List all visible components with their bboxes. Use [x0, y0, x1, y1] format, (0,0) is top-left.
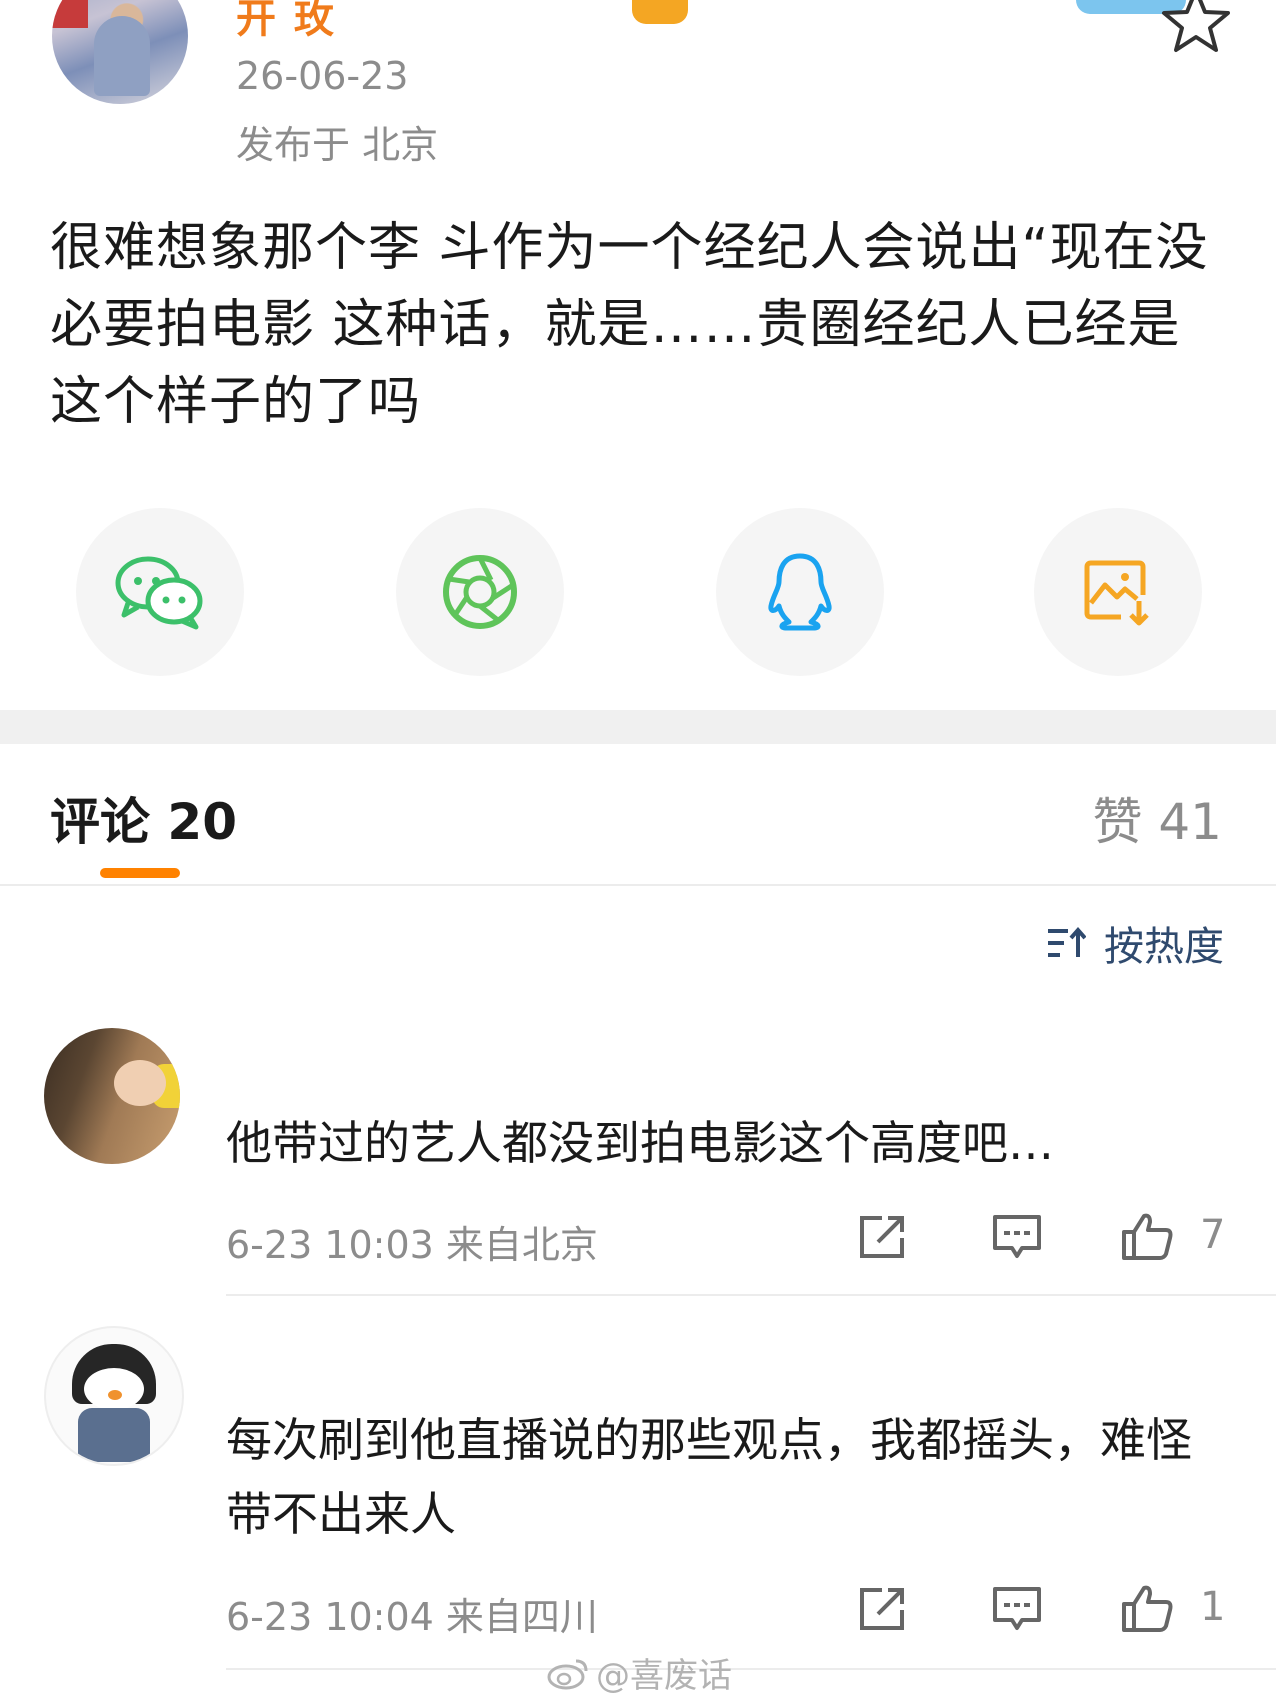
- sort-icon: [1048, 926, 1086, 957]
- comment-meta: 6-23 10:04 来自四川: [226, 1595, 598, 1639]
- comment-meta: 6-23 10:03 来自北京: [226, 1223, 598, 1267]
- reply-icon[interactable]: [990, 1584, 1044, 1634]
- favorite-star-icon[interactable]: [1160, 0, 1232, 54]
- user-badge-icon: [632, 0, 688, 24]
- section-divider: [0, 710, 1276, 744]
- comment-avatar[interactable]: [44, 1028, 180, 1164]
- tab-likes[interactable]: 赞 41: [1092, 782, 1222, 854]
- share-wechat-button[interactable]: [76, 508, 244, 676]
- sort-by-hot-button[interactable]: 按热度: [1046, 914, 1224, 972]
- like-count: 7: [1200, 1212, 1226, 1258]
- like-thumb-icon[interactable]: [1120, 1584, 1174, 1634]
- tab-comments[interactable]: 评论 20: [50, 782, 237, 854]
- save-image-button[interactable]: [1034, 508, 1202, 676]
- like-thumb-icon[interactable]: [1120, 1212, 1174, 1262]
- avatar-beak: [108, 1390, 122, 1400]
- share-qq-button[interactable]: [716, 508, 884, 676]
- post-date: 26-06-23: [236, 54, 409, 98]
- wechat-icon: [115, 556, 203, 630]
- avatar-figure: [94, 16, 150, 96]
- watermark: @喜废话: [546, 1648, 732, 1697]
- like-count: 1: [1200, 1584, 1226, 1630]
- avatar-robe: [78, 1408, 150, 1462]
- comment-divider: [226, 1294, 1276, 1296]
- tabs-divider: [0, 884, 1276, 886]
- forward-icon[interactable]: [856, 1212, 910, 1262]
- post-location: 发布于 北京: [236, 123, 439, 167]
- post-body-text: 很难想象那个李 斗作为一个经纪人会说出“现在没必要拍电影 这种话，就是……贵圈经…: [50, 218, 1209, 432]
- save-image-icon: [1084, 560, 1149, 626]
- comment-divider: [226, 1668, 1276, 1670]
- weibo-logo-icon: [547, 1659, 588, 1689]
- avatar-face: [114, 1060, 166, 1106]
- post-author-avatar[interactable]: [52, 0, 188, 104]
- post-author-name[interactable]: 开 玫: [236, 0, 336, 44]
- reply-icon[interactable]: [990, 1212, 1044, 1262]
- sort-label: 按热度: [1104, 924, 1224, 970]
- active-tab-indicator: [100, 868, 180, 878]
- comment-text: 每次刷到他直播说的那些观点，我都摇头，难怪带不出来人: [226, 1413, 1192, 1541]
- share-moments-button[interactable]: [396, 508, 564, 676]
- forward-icon[interactable]: [856, 1584, 910, 1634]
- qq-icon: [768, 553, 832, 631]
- comment-text: 他带过的艺人都没到拍电影这个高度吧…: [226, 1116, 1054, 1170]
- avatar-sign: [52, 0, 88, 28]
- watermark-text: @喜废话: [596, 1656, 732, 1696]
- moments-icon: [443, 555, 517, 629]
- avatar-face: [84, 1368, 144, 1410]
- comment-avatar[interactable]: [44, 1326, 184, 1466]
